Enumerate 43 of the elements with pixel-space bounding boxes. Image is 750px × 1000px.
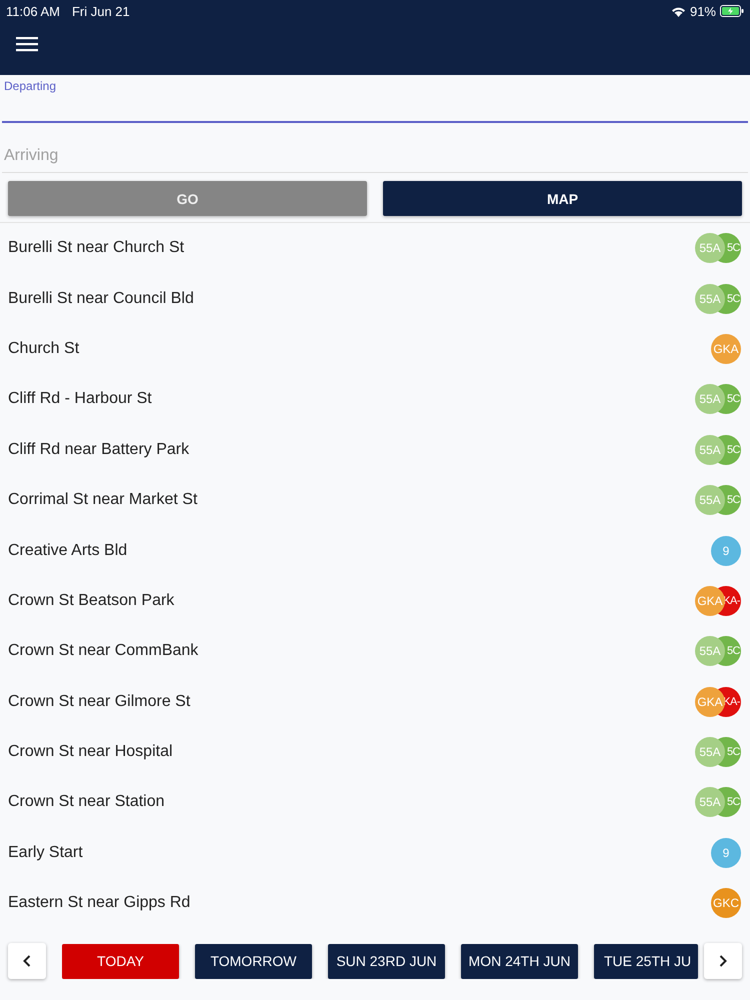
stop-name[interactable]: Crown St near Station [8, 793, 695, 812]
stop-name[interactable]: Eastern St near Gipps Rd [8, 894, 711, 912]
day-tab[interactable]: TOMORROW [195, 944, 312, 978]
route-badge: 9 [711, 838, 741, 868]
day-tab[interactable]: TODAY [62, 944, 179, 978]
day-tab[interactable]: TUE 25TH JU [594, 944, 698, 978]
route-badge: 55A [695, 233, 725, 264]
route-badge: 9 [711, 536, 741, 566]
status-time: 11:06 AM [6, 4, 60, 18]
day-tab[interactable]: SUN 23RD JUN [328, 944, 445, 978]
status-date: Fri Jun 21 [72, 4, 130, 18]
action-button[interactable]: MAP [383, 181, 742, 216]
stop-name[interactable]: Crown St near Gilmore St [8, 692, 695, 711]
day-tab[interactable]: MON 24TH JUN [461, 944, 578, 978]
route-badge: GKC [711, 888, 741, 918]
route-badge: 55A [695, 384, 725, 414]
route-badge: GKA [695, 686, 725, 717]
stop-name[interactable]: Burelli St near Church St [8, 239, 695, 258]
stop-name[interactable]: Burelli St near Council Bld [8, 290, 695, 308]
stop-name[interactable]: Cliff Rd - Harbour St [8, 390, 695, 408]
stop-name[interactable]: Crown St Beatson Park [8, 592, 695, 610]
stop-name[interactable]: Church St [8, 340, 711, 358]
route-badge: 55A [695, 737, 725, 768]
stop-name[interactable]: Creative Arts Bld [8, 542, 711, 560]
battery-percent: 91% [690, 4, 716, 18]
chevron-left-icon [23, 955, 31, 967]
stop-name[interactable]: Early Start [8, 844, 711, 862]
route-badge: 55A [695, 636, 725, 666]
wifi-icon [670, 6, 686, 16]
stop-name[interactable]: Crown St near CommBank [8, 642, 695, 660]
field-label: Departing [3, 78, 58, 93]
stop-name[interactable]: Cliff Rd near Battery Park [8, 440, 695, 459]
chevron-right-icon [719, 955, 727, 967]
route-badge: 55A [695, 284, 725, 314]
route-badge: 55A [695, 434, 725, 465]
battery-icon [720, 5, 744, 17]
route-badge: 55A [695, 485, 725, 516]
route-badge: GKA [711, 334, 741, 364]
route-badge: 55A [695, 787, 725, 818]
route-badge: GKA [695, 586, 725, 616]
stop-name[interactable]: Crown St near Hospital [8, 743, 695, 762]
menu-icon[interactable] [16, 36, 38, 52]
stop-name[interactable]: Corrimal St near Market St [8, 491, 695, 510]
